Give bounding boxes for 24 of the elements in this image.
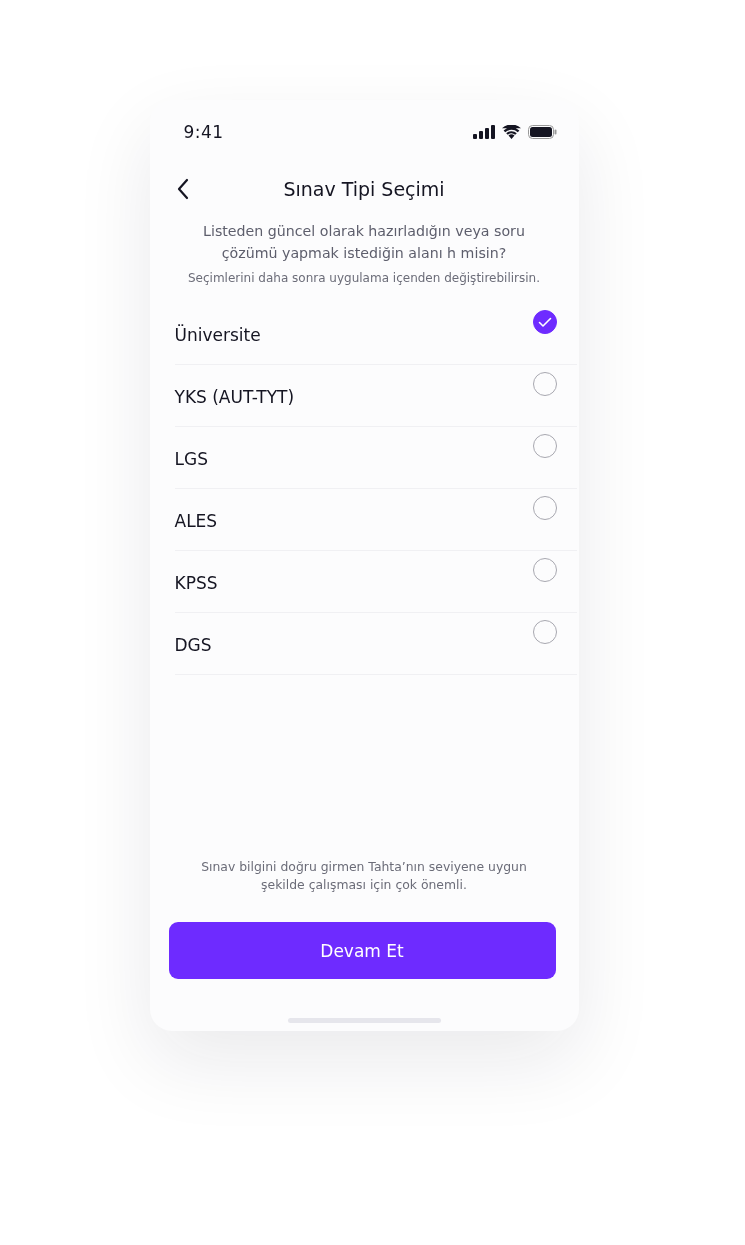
option-label: ALES [174, 511, 218, 531]
description-text: Listeden güncel olarak hazırladığın veya soru çözümü yapmak istediğin alanı h misin? [202, 222, 526, 263]
battery-icon [527, 125, 557, 139]
option-row[interactable]: LGS [174, 427, 577, 489]
back-button[interactable] [175, 178, 190, 200]
status-time: 9:41 [183, 122, 224, 142]
wifi-icon [501, 125, 521, 139]
option-label: Üniversite [174, 325, 261, 345]
chevron-left-icon [175, 178, 190, 200]
option-label: DGS [174, 635, 212, 655]
screen-title: Sınav Tipi Seçimi [283, 178, 445, 200]
checked-radio-icon[interactable] [532, 310, 557, 334]
option-row[interactable]: YKS (AUT-TYT) [174, 365, 577, 427]
option-label: KPSS [174, 573, 218, 593]
option-row[interactable]: ALES [174, 489, 577, 551]
footer-note: Sınav bilgini doğru girmen Tahta’nın seviyene uygun şekilde çalışması için çok önemli. [200, 858, 528, 894]
continue-button[interactable]: Devam Et [168, 922, 556, 979]
option-label: LGS [174, 449, 208, 469]
hint-text: Seçimlerini daha sonra uygulama içenden değiştirebilirsin. [186, 271, 542, 285]
option-row[interactable]: DGS [174, 613, 577, 675]
option-row[interactable]: KPSS [174, 551, 577, 613]
option-row[interactable]: Üniversite [174, 303, 577, 365]
signal-icon [472, 125, 495, 139]
option-label: YKS (AUT-TYT) [174, 387, 295, 407]
